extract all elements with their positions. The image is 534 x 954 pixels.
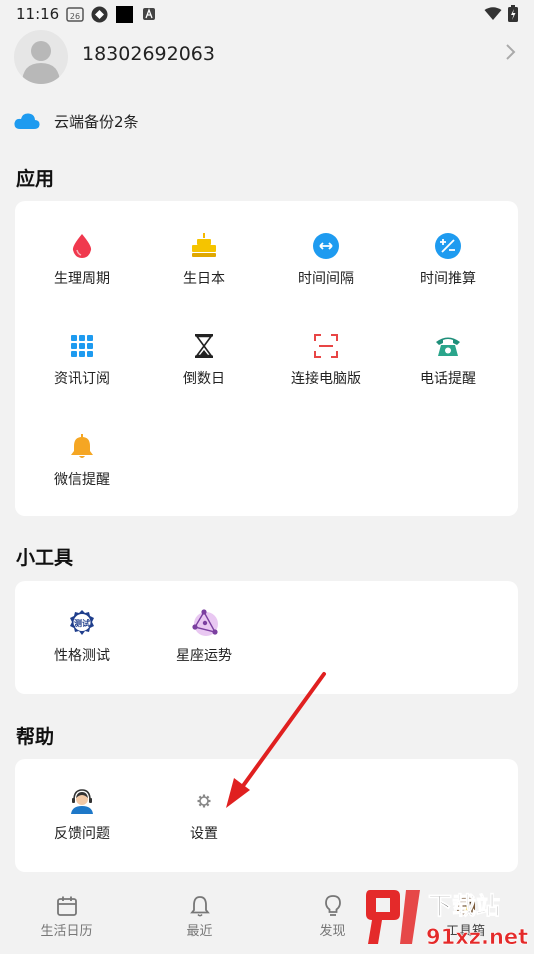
status-time: 11:16: [16, 5, 60, 23]
avatar[interactable]: [14, 30, 68, 84]
scan-frame-icon: [314, 334, 338, 358]
interval-arrows-icon: [313, 233, 339, 259]
tab-calendar-label: 生活日历: [40, 924, 93, 939]
tab-recent-label: 最近: [186, 924, 213, 939]
telephone-icon: [436, 337, 460, 356]
bell-outline-icon: [189, 896, 210, 917]
sync-notification-icon: [91, 6, 108, 23]
tool-horoscope-label: 星座运势: [176, 648, 232, 664]
chevron-right-icon: [506, 44, 516, 60]
section-title-tools: 小工具: [16, 547, 74, 569]
help-feedback-label: 反馈问题: [54, 826, 110, 842]
app-period[interactable]: 生理周期: [19, 231, 145, 311]
cloud-icon: [14, 113, 40, 129]
tools-card: 测试 性格测试 星座运势: [15, 581, 518, 694]
app-connect-pc[interactable]: 连接电脑版: [263, 331, 389, 411]
tool-horoscope[interactable]: 星座运势: [141, 608, 267, 688]
tool-personality-test[interactable]: 测试 性格测试: [19, 608, 145, 688]
customer-service-icon: [71, 789, 93, 814]
tab-recent[interactable]: 最近: [133, 884, 266, 950]
calendar-notification-icon: 26: [66, 7, 84, 22]
bell-icon: [71, 434, 93, 458]
app-news-label: 资讯订阅: [54, 371, 110, 387]
grid-dots-icon: [71, 335, 93, 357]
app-period-label: 生理周期: [54, 271, 110, 287]
tab-calendar[interactable]: 生活日历: [0, 884, 133, 950]
help-card: 反馈问题 设置: [15, 759, 518, 872]
a-notification-icon: [143, 8, 155, 20]
calendar-badge-text: 26: [70, 12, 80, 21]
test-stamp-icon: 测试: [70, 610, 94, 635]
section-title-apps: 应用: [16, 168, 55, 190]
help-settings[interactable]: 设置: [141, 786, 267, 866]
battery-icon: [508, 5, 518, 22]
app-connect-pc-label: 连接电脑版: [291, 371, 361, 387]
tool-personality-test-label: 性格测试: [54, 648, 110, 664]
cloud-backup-label: 云端备份2条: [54, 113, 139, 131]
app-wechat-reminder-label: 微信提醒: [54, 472, 110, 488]
lightbulb-icon: [324, 895, 341, 916]
profile-row[interactable]: 18302692063: [0, 28, 534, 86]
black-square-notification-icon: [116, 6, 133, 23]
app-countdown[interactable]: 倒数日: [141, 331, 267, 411]
app-calc[interactable]: 时间推算: [385, 231, 511, 311]
watermark-logo-icon: 下载站 91xz.net: [366, 890, 529, 949]
section-title-help: 帮助: [16, 726, 55, 748]
hourglass-icon: [195, 334, 213, 358]
help-feedback[interactable]: 反馈问题: [19, 786, 145, 866]
default-avatar-icon: [22, 41, 60, 84]
phone-number: 18302692063: [82, 43, 215, 65]
app-interval[interactable]: 时间间隔: [263, 231, 389, 311]
gear-icon: [197, 794, 211, 808]
birthday-cake-icon: [192, 233, 216, 257]
app-wechat-reminder[interactable]: 微信提醒: [19, 432, 145, 512]
app-interval-label: 时间间隔: [298, 271, 354, 287]
watermark-text-1: 下载站: [428, 892, 500, 920]
app-birthday[interactable]: 生日本: [141, 231, 267, 311]
help-settings-label: 设置: [190, 826, 218, 842]
plus-minus-icon: [435, 233, 461, 259]
blood-drop-icon: [72, 234, 92, 258]
watermark: 下载站 91xz.net: [366, 884, 534, 950]
app-phone-reminder-label: 电话提醒: [420, 371, 476, 387]
constellation-icon: [192, 609, 218, 636]
test-stamp-text: 测试: [74, 618, 90, 628]
apps-card: 生理周期 生日本 时间间隔 时间推算 资讯订阅 倒数日 连接电脑版 电话提醒 微…: [15, 201, 518, 516]
wifi-icon: [484, 7, 502, 20]
app-countdown-label: 倒数日: [183, 371, 225, 387]
calendar-icon: [56, 896, 77, 916]
watermark-text-2: 91xz.net: [426, 925, 528, 949]
app-phone-reminder[interactable]: 电话提醒: [385, 331, 511, 411]
app-calc-label: 时间推算: [420, 271, 476, 287]
status-bar: 11:16 26: [0, 0, 534, 28]
app-birthday-label: 生日本: [183, 271, 225, 287]
app-news[interactable]: 资讯订阅: [19, 331, 145, 411]
